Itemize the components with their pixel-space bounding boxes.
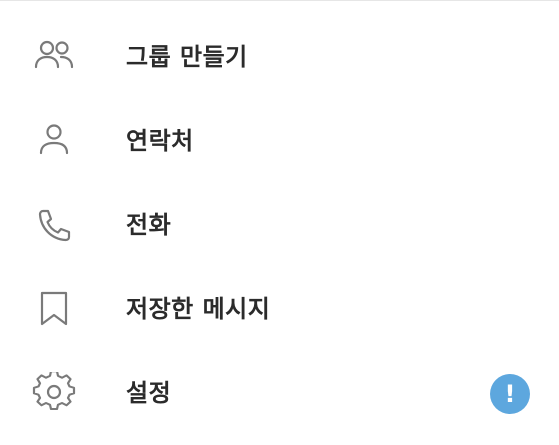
side-menu: 그룹 만들기 연락처 전화 저장한 메시지 설정 ! [0, 0, 559, 445]
menu-item-settings[interactable]: 설정 ! [0, 351, 559, 435]
menu-item-saved-messages[interactable]: 저장한 메시지 [0, 267, 559, 351]
menu-item-contacts[interactable]: 연락처 [0, 99, 559, 183]
phone-icon [32, 204, 76, 244]
user-icon [32, 120, 76, 160]
bookmark-icon [32, 288, 76, 328]
menu-item-calls[interactable]: 전화 [0, 183, 559, 267]
menu-item-label: 설정 [126, 379, 172, 407]
gear-icon [32, 372, 76, 412]
menu-item-label: 그룹 만들기 [126, 43, 248, 71]
users-icon [32, 36, 76, 76]
menu-item-new-group[interactable]: 그룹 만들기 [0, 15, 559, 99]
alert-badge: ! [490, 374, 530, 414]
menu-item-label: 연락처 [126, 127, 194, 155]
menu-item-label: 저장한 메시지 [126, 295, 271, 323]
menu-item-label: 전화 [126, 211, 172, 239]
